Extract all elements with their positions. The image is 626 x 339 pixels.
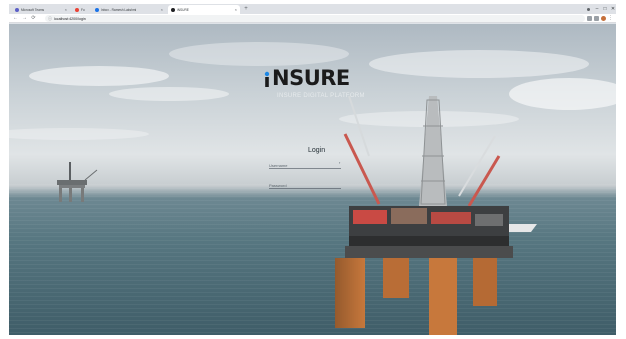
tab-label: Microsoft Teams	[21, 7, 45, 12]
reload-button[interactable]: ⟳	[30, 15, 37, 22]
close-window-button[interactable]: ✕	[608, 5, 616, 13]
bookmark-star-icon[interactable]	[594, 16, 599, 21]
tab-strip: Microsoft Teams × Fo Inbox - Ramesh Laks…	[9, 4, 616, 14]
tab-label: iNSURE	[177, 7, 189, 12]
tab-teams[interactable]: Microsoft Teams ×	[12, 5, 70, 14]
outlook-favicon-icon	[95, 7, 99, 12]
browser-window: Microsoft Teams × Fo Inbox - Ramesh Laks…	[9, 4, 616, 335]
info-icon[interactable]: ⓘ	[48, 16, 52, 22]
tab-close-icon[interactable]: ×	[65, 7, 67, 12]
login-page: NSURE INSURE DIGITAL PLATFORM Login ›	[9, 24, 616, 335]
login-submit-button[interactable]: ›	[339, 160, 340, 165]
tab-close-icon[interactable]: ×	[235, 7, 237, 12]
profile-avatar[interactable]	[601, 16, 606, 21]
address-bar[interactable]: ⓘ localhost:4200/login	[45, 15, 585, 22]
new-tab-button[interactable]: +	[242, 5, 250, 13]
tab-label: Inbox - Ramesh Lakshmi	[101, 7, 137, 12]
extension-icon[interactable]	[587, 16, 592, 21]
address-url: localhost:4200/login	[54, 16, 86, 21]
back-button[interactable]: ←	[12, 15, 19, 22]
password-input[interactable]	[269, 182, 341, 189]
oil-rig-image	[335, 96, 537, 335]
distant-oil-rig-image	[57, 162, 98, 202]
logo-wordmark: NSURE	[272, 66, 350, 90]
login-title: Login	[308, 147, 326, 154]
brand-tagline: INSURE DIGITAL PLATFORM	[277, 93, 365, 99]
menu-kebab-icon[interactable]: ⋮	[608, 16, 613, 21]
insure-favicon-icon	[171, 7, 175, 12]
tab-label: Fo	[81, 7, 85, 12]
tab-mail[interactable]: Fo	[72, 5, 90, 14]
tab-close-icon[interactable]: ×	[161, 7, 163, 12]
tab-insure[interactable]: iNSURE ×	[168, 5, 240, 14]
logo-dot-icon	[264, 71, 270, 87]
browser-toolbar: ← → ⟳ ⓘ localhost:4200/login ⋮	[9, 14, 616, 23]
username-input[interactable]	[269, 162, 341, 169]
teams-favicon-icon	[15, 7, 19, 12]
mail-favicon-icon	[75, 7, 79, 12]
account-dot-icon[interactable]	[585, 5, 591, 13]
tab-inbox[interactable]: Inbox - Ramesh Lakshmi ×	[92, 5, 166, 14]
forward-button[interactable]: →	[21, 15, 28, 22]
insure-logo: NSURE	[262, 66, 350, 90]
